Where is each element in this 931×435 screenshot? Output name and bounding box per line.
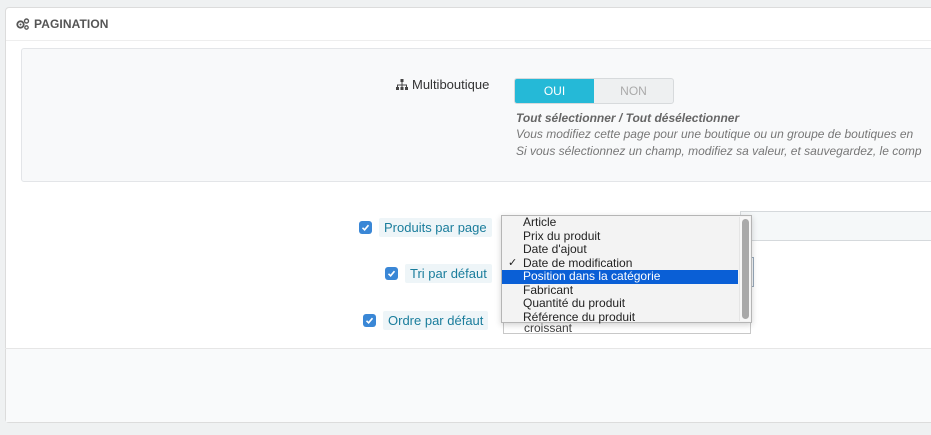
help-text-line2: Si vous sélectionnez un champ, modifiez … bbox=[516, 144, 922, 158]
dropdown-option[interactable]: Fabricant bbox=[502, 283, 738, 298]
checkmark-icon bbox=[387, 270, 396, 277]
products-per-page-input[interactable] bbox=[740, 211, 931, 241]
dropdown-option[interactable]: Date d'ajout bbox=[502, 242, 738, 257]
sitemap-icon bbox=[396, 79, 408, 90]
products-per-page-checkbox[interactable] bbox=[359, 221, 372, 234]
panel-heading: PAGINATION bbox=[6, 8, 931, 41]
dropdown-option[interactable]: Quantité du produit bbox=[502, 296, 738, 311]
products-per-page-label: Produits par page bbox=[379, 218, 492, 237]
default-order-label: Ordre par défaut bbox=[383, 311, 489, 330]
toggle-oui[interactable]: OUI bbox=[515, 79, 594, 103]
multistore-toggle[interactable]: OUI NON bbox=[514, 78, 674, 104]
help-text-line1: Vous modifiez cette page pour une boutiq… bbox=[516, 127, 914, 141]
dropdown-option[interactable]: Article bbox=[502, 215, 738, 230]
multistore-label-text: Multiboutique bbox=[412, 77, 490, 92]
default-order-checkbox[interactable] bbox=[363, 314, 376, 327]
dropdown-option[interactable]: Référence du produit bbox=[502, 310, 738, 325]
default-order-row: Ordre par défaut bbox=[363, 311, 489, 330]
panel-footer bbox=[6, 349, 931, 422]
multistore-box bbox=[21, 48, 931, 182]
multistore-label: Multiboutique bbox=[396, 77, 489, 92]
dropdown-option-highlighted[interactable]: Position dans la catégorie bbox=[502, 269, 738, 284]
select-all-help: Tout sélectionner / Tout désélectionner bbox=[516, 111, 740, 125]
products-per-page-row: Produits par page bbox=[359, 218, 492, 237]
default-sort-row: Tri par défaut bbox=[385, 264, 492, 283]
dropdown-option-checked[interactable]: ✓ Date de modification bbox=[502, 256, 738, 271]
cogs-icon bbox=[16, 18, 30, 30]
panel-title: PAGINATION bbox=[34, 17, 109, 31]
checkmark-icon bbox=[361, 224, 370, 231]
scrollbar-thumb[interactable] bbox=[742, 219, 749, 319]
checkmark-icon: ✓ bbox=[508, 256, 518, 269]
dropdown-option[interactable]: Prix du produit bbox=[502, 229, 738, 244]
toggle-non[interactable]: NON bbox=[594, 79, 673, 103]
checkmark-icon bbox=[365, 317, 374, 324]
default-sort-dropdown[interactable]: Article Prix du produit Date d'ajout ✓ Da… bbox=[501, 215, 752, 323]
dropdown-scrollbar[interactable] bbox=[739, 217, 750, 321]
default-sort-label: Tri par défaut bbox=[405, 264, 492, 283]
default-sort-checkbox[interactable] bbox=[385, 267, 398, 280]
